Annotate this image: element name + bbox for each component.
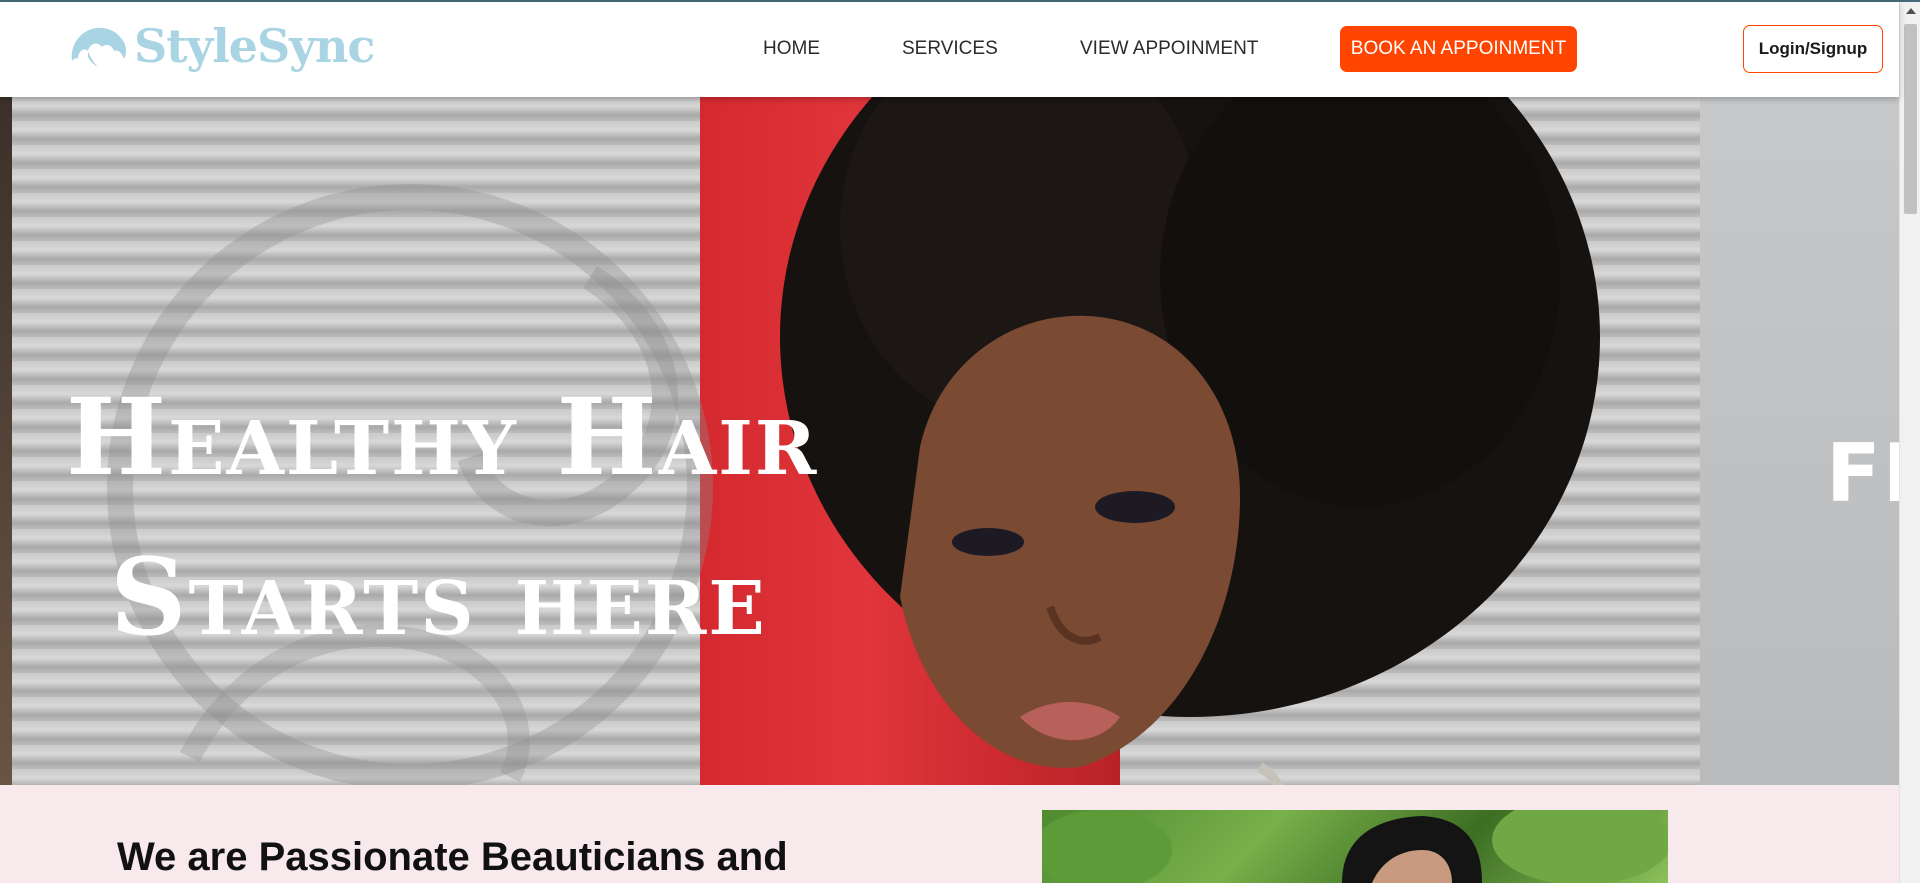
nav-services[interactable]: SERVICES bbox=[902, 38, 998, 60]
book-appointment-button[interactable]: BOOK AN APPOINMENT bbox=[1340, 26, 1577, 72]
previous-slide-edge bbox=[0, 97, 12, 785]
about-photo bbox=[1042, 810, 1668, 883]
next-slide-title: FI bbox=[1826, 427, 1899, 520]
vertical-scrollbar[interactable] bbox=[1899, 2, 1920, 883]
logo[interactable]: StyleSync bbox=[68, 16, 375, 76]
logo-text: StyleSync bbox=[134, 19, 375, 73]
hair-silhouette-icon bbox=[71, 27, 127, 67]
about-section: We are Passionate Beauticians and bbox=[0, 785, 1899, 883]
hero-title-line1: Healthy Hair bbox=[66, 374, 819, 499]
about-heading: We are Passionate Beauticians and bbox=[117, 835, 788, 879]
nav-home[interactable]: HOME bbox=[763, 38, 820, 60]
scroll-thumb[interactable] bbox=[1904, 24, 1917, 214]
site-header: StyleSync HOME SERVICES VIEW APPOINMENT … bbox=[0, 2, 1899, 97]
scroll-up-arrow-icon[interactable] bbox=[1906, 8, 1916, 14]
hero-title-line2: Starts here bbox=[110, 534, 767, 659]
about-photo-figure bbox=[1042, 810, 1668, 883]
nav-view-appointment[interactable]: VIEW APPOINMENT bbox=[1080, 38, 1258, 60]
hero-portrait bbox=[780, 97, 1600, 785]
hero-title: Healthy Hair Starts here bbox=[66, 357, 818, 677]
login-signup-button[interactable]: Login/Signup bbox=[1743, 25, 1883, 73]
hero-carousel: FI Healthy Hair Starts here bbox=[0, 97, 1899, 785]
